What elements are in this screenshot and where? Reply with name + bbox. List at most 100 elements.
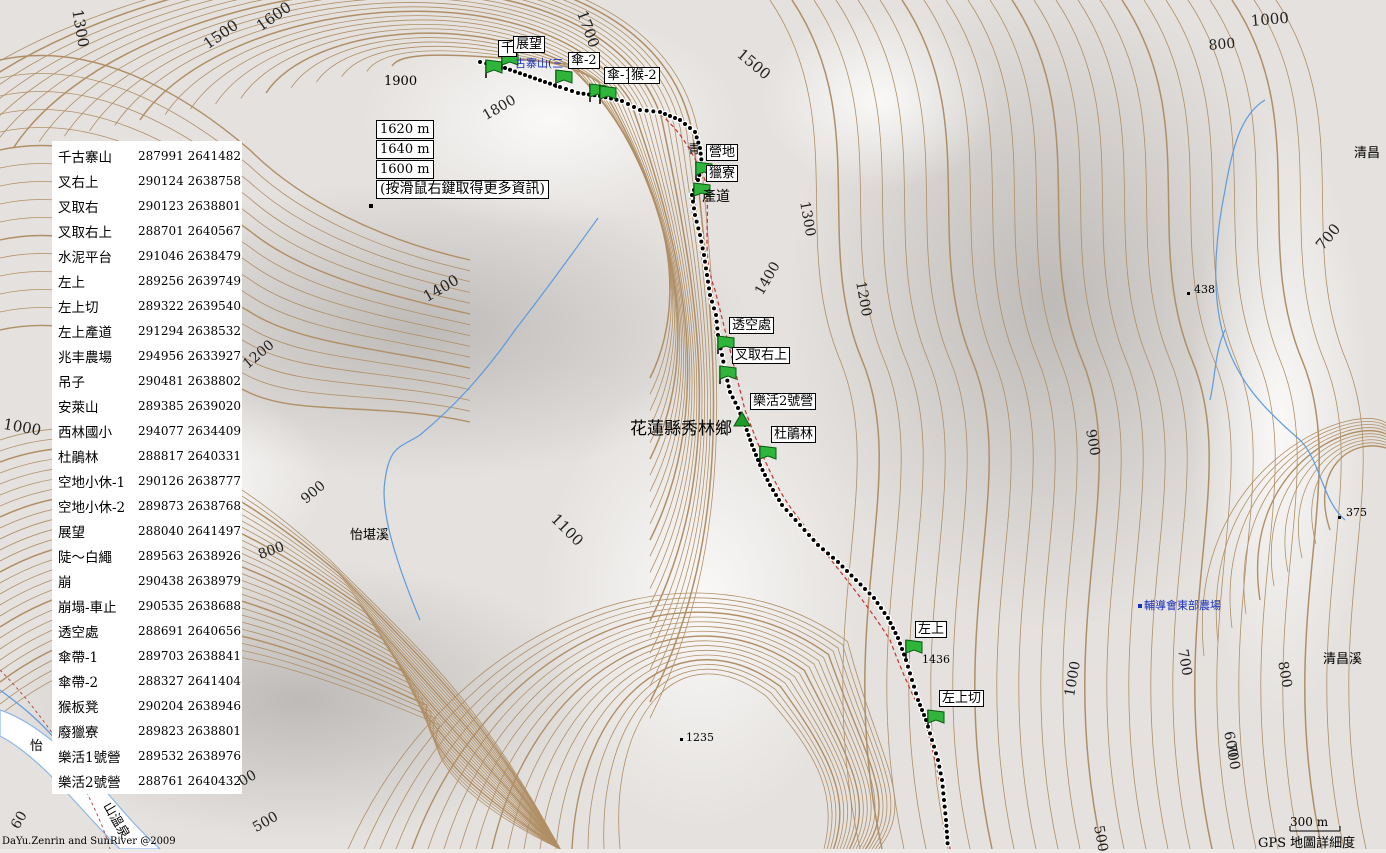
stream-label-yikan: 怡堪溪 bbox=[350, 528, 390, 543]
waypoint-name: 樂活2號營 bbox=[58, 774, 121, 791]
track-point bbox=[893, 631, 898, 635]
track-label-camp2: 樂活2號營 bbox=[750, 393, 817, 410]
waypoint-name: 叉取右上 bbox=[58, 224, 112, 241]
waypoint-row[interactable]: 樂活1號營 289532 2638976 bbox=[52, 743, 242, 768]
waypoint-row[interactable]: 左上 289256 2639749 bbox=[52, 268, 242, 293]
track-point bbox=[518, 71, 522, 76]
track-point bbox=[942, 804, 947, 809]
waypoint-row[interactable]: 吊子 290481 2638802 bbox=[52, 368, 242, 393]
track-point bbox=[710, 299, 714, 304]
waypoint-coord: 288040 2641497 bbox=[138, 523, 242, 538]
track-point bbox=[620, 99, 624, 103]
waypoint-row[interactable]: 陡～白繩 289563 2638926 bbox=[52, 543, 242, 568]
waypoint-row[interactable]: 廢獵寮 289823 2638801 bbox=[52, 718, 242, 743]
waypoint-name: 空地小休-2 bbox=[58, 499, 126, 516]
track-point bbox=[888, 621, 893, 625]
track-point bbox=[708, 293, 712, 297]
waypoint-row[interactable]: 空地小休-2 289873 2638768 bbox=[52, 493, 242, 518]
track-point bbox=[875, 601, 880, 605]
track-point bbox=[816, 543, 820, 547]
waypoint-name: 西林國小 bbox=[58, 424, 112, 441]
track-point bbox=[896, 636, 900, 640]
track-point bbox=[930, 738, 934, 742]
track-point bbox=[730, 395, 735, 400]
track-point bbox=[918, 703, 922, 707]
waypoint-coord: 289703 2638841 bbox=[138, 648, 242, 663]
waypoint-row[interactable]: 西林國小 294077 2634409 bbox=[52, 418, 242, 443]
waypoint-row[interactable]: 兆丰農場 294956 2633927 bbox=[52, 343, 242, 368]
track-point bbox=[523, 73, 527, 77]
track-label-top-blue: 古寨山(三 bbox=[515, 57, 564, 70]
track-point bbox=[922, 713, 926, 717]
track-point bbox=[750, 443, 754, 447]
track-label-zuoshangqie: 左上切 bbox=[939, 690, 985, 707]
waypoint-row[interactable]: 傘帶-1 289703 2638841 bbox=[52, 643, 242, 668]
waypoint-row[interactable]: 樂活2號營 288761 2640432 bbox=[52, 768, 242, 793]
waypoint-coord: 290204 2638946 bbox=[138, 698, 242, 713]
track-point bbox=[721, 359, 726, 364]
track-label-dujuanlin: 杜鵑林 bbox=[771, 426, 817, 443]
track-point bbox=[900, 647, 904, 651]
track-point bbox=[763, 473, 767, 477]
track-point bbox=[780, 503, 784, 507]
track-point bbox=[942, 798, 946, 802]
track-point bbox=[906, 664, 910, 669]
waypoint-row[interactable]: 左上產道 291294 2638532 bbox=[52, 318, 242, 343]
track-point bbox=[683, 122, 687, 126]
waypoint-row[interactable]: 叉取右 290123 2638801 bbox=[52, 193, 242, 218]
waypoint-name: 杜鵑林 bbox=[58, 449, 99, 466]
waypoint-name: 透空處 bbox=[58, 624, 99, 641]
track-point bbox=[726, 384, 731, 389]
track-point bbox=[558, 85, 562, 89]
waypoint-row[interactable]: 叉右上 290124 2638758 bbox=[52, 168, 242, 193]
track-point bbox=[714, 319, 719, 324]
waypoint-coord: 290535 2638688 bbox=[138, 598, 242, 613]
waypoint-row[interactable]: 猴板凳 290204 2638946 bbox=[52, 693, 242, 718]
waypoint-row[interactable]: 叉取右上 288701 2640567 bbox=[52, 218, 242, 243]
track-point bbox=[771, 488, 775, 492]
track-point bbox=[693, 213, 697, 217]
waypoint-row[interactable]: 傘帶-2 288327 2641404 bbox=[52, 668, 242, 693]
gps-detail-level[interactable]: GPS 地圖詳細度 bbox=[1258, 832, 1355, 851]
waypoint-coord: 289563 2638926 bbox=[138, 548, 242, 563]
waypoint-list[interactable]: 千古寨山 287991 2641482 叉右上 290124 2638758 叉取右 29… bbox=[52, 141, 242, 794]
waypoint-row[interactable]: 展望 288040 2641497 bbox=[52, 518, 242, 543]
track-point bbox=[849, 573, 854, 578]
stream-label-qingchang-top: 清昌 bbox=[1354, 146, 1381, 161]
waypoint-row[interactable]: 空地小休-1 290126 2638777 bbox=[52, 468, 242, 493]
track-point bbox=[638, 108, 642, 112]
waypoint-row[interactable]: 安萊山 289385 2639020 bbox=[52, 393, 242, 418]
waypoint-row[interactable]: 水泥平台 291046 2638479 bbox=[52, 243, 242, 268]
track-point bbox=[928, 731, 932, 736]
track-point bbox=[644, 108, 649, 113]
track-point bbox=[920, 708, 924, 712]
track-point bbox=[777, 498, 781, 502]
track-point bbox=[688, 126, 692, 130]
track-point bbox=[908, 671, 912, 676]
track-point bbox=[802, 528, 807, 532]
waypoint-coord: 287991 2641482 bbox=[138, 148, 242, 163]
track-point bbox=[774, 493, 778, 497]
track-point bbox=[826, 551, 830, 556]
track-label-hou2: 猴-2 bbox=[628, 67, 660, 84]
track-point bbox=[694, 219, 699, 224]
track-point bbox=[663, 112, 667, 116]
waypoint-row[interactable]: 左上切 289322 2639540 bbox=[52, 293, 242, 318]
track-point bbox=[807, 533, 811, 537]
track-point bbox=[944, 829, 949, 834]
waypoint-row[interactable]: 千古寨山 287991 2641482 bbox=[52, 143, 242, 168]
waypoint-coord: 290126 2638777 bbox=[138, 473, 242, 488]
track-point bbox=[943, 811, 948, 816]
track-point bbox=[720, 353, 724, 357]
track-point bbox=[768, 483, 772, 487]
waypoint-coord: 294956 2633927 bbox=[138, 348, 242, 363]
spot-height-375: 375 bbox=[1346, 506, 1367, 519]
waypoint-row[interactable]: 崩塌-車止 290535 2638688 bbox=[52, 593, 242, 618]
copyright: DaYu.Zenrin and SunRiver @2009 bbox=[2, 836, 176, 847]
waypoint-row[interactable]: 崩 290438 2638979 bbox=[52, 568, 242, 593]
waypoint-name: 左上 bbox=[58, 274, 85, 291]
waypoint-row[interactable]: 杜鵑林 288817 2640331 bbox=[52, 443, 242, 468]
waypoint-name: 叉取右 bbox=[58, 199, 99, 216]
track-point bbox=[706, 279, 710, 284]
waypoint-row[interactable]: 透空處 288691 2640656 bbox=[52, 618, 242, 643]
